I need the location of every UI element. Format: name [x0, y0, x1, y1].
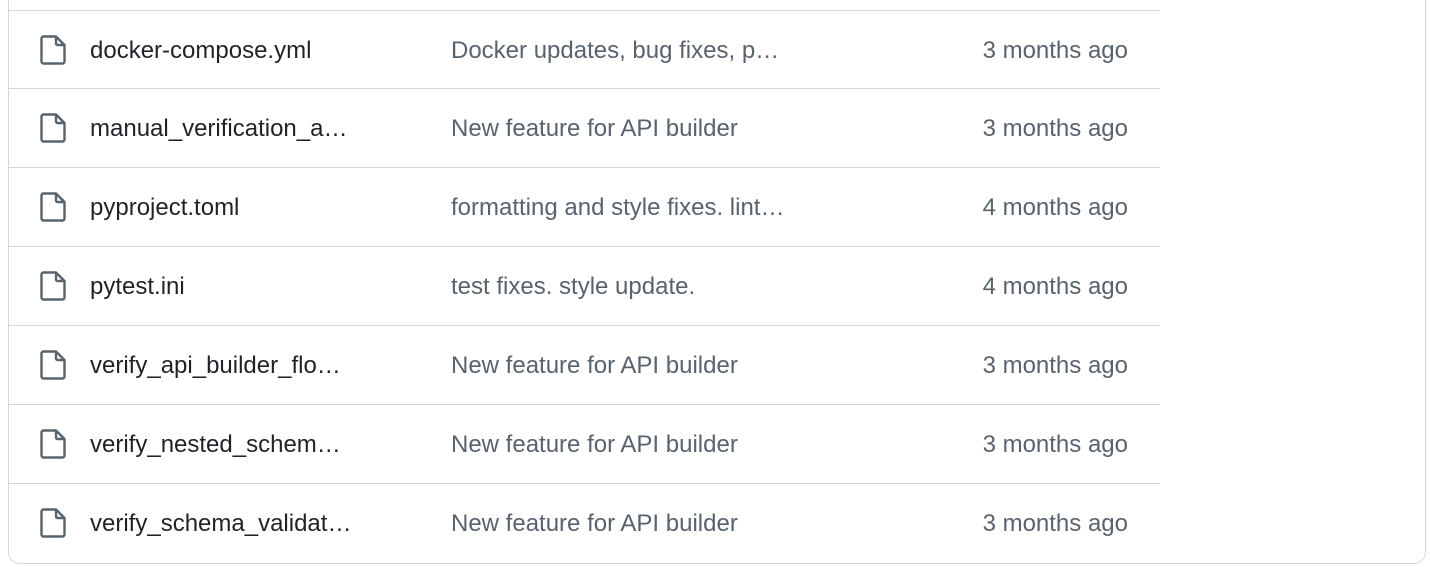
commit-date: 4 months ago	[982, 194, 1128, 221]
file-icon	[40, 508, 66, 538]
file-row[interactable]: pyproject.toml formatting and style fixe…	[9, 168, 1160, 247]
commit-message-link[interactable]: New feature for API builder	[451, 326, 738, 405]
commit-message-link[interactable]: Docker updates, bug fixes, p…	[451, 11, 779, 90]
file-list: docker-compose.yml Docker updates, bug f…	[9, 10, 1160, 563]
file-row[interactable]: verify_nested_schem… New feature for API…	[9, 405, 1160, 484]
file-name-link[interactable]: docker-compose.yml	[90, 11, 311, 90]
file-icon	[40, 192, 66, 222]
commit-date: 3 months ago	[982, 352, 1128, 379]
file-icon	[40, 271, 66, 301]
commit-date: 3 months ago	[982, 431, 1128, 458]
file-name-link[interactable]: verify_schema_validat…	[90, 484, 351, 563]
commit-date: 3 months ago	[982, 37, 1128, 64]
file-name-link[interactable]: manual_verification_a…	[90, 89, 347, 168]
commit-date: 3 months ago	[982, 115, 1128, 142]
commit-date: 4 months ago	[982, 273, 1128, 300]
commit-message-link[interactable]: New feature for API builder	[451, 405, 738, 484]
file-icon	[40, 429, 66, 459]
file-icon	[40, 35, 66, 65]
file-row[interactable]: pytest.ini test fixes. style update. 4 m…	[9, 247, 1160, 326]
commit-message-link[interactable]: test fixes. style update.	[451, 247, 695, 326]
file-row[interactable]: verify_schema_validat… New feature for A…	[9, 484, 1160, 563]
file-name-link[interactable]: pyproject.toml	[90, 168, 239, 247]
file-name-link[interactable]: pytest.ini	[90, 247, 185, 326]
file-row[interactable]: docker-compose.yml Docker updates, bug f…	[9, 10, 1160, 89]
file-icon	[40, 113, 66, 143]
commit-message-link[interactable]: New feature for API builder	[451, 89, 738, 168]
file-name-link[interactable]: verify_nested_schem…	[90, 405, 341, 484]
commit-date: 3 months ago	[982, 510, 1128, 537]
commit-message-link[interactable]: formatting and style fixes. lint…	[451, 168, 784, 247]
file-row[interactable]: manual_verification_a… New feature for A…	[9, 89, 1160, 168]
file-name-link[interactable]: verify_api_builder_flo…	[90, 326, 341, 405]
file-icon	[40, 350, 66, 380]
file-row[interactable]: verify_api_builder_flo… New feature for …	[9, 326, 1160, 405]
commit-message-link[interactable]: New feature for API builder	[451, 484, 738, 563]
